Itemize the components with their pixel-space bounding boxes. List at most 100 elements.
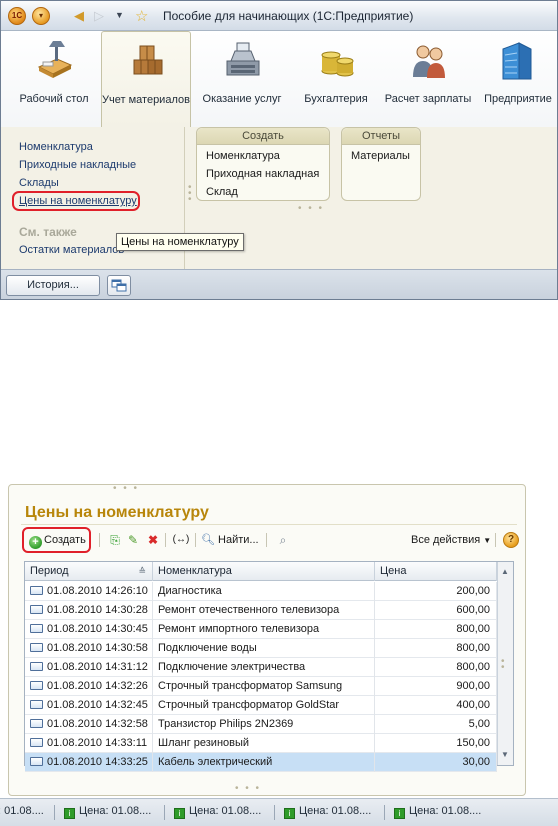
- history-dropdown-icon[interactable]: ▼: [115, 10, 124, 20]
- desk-icon: [37, 41, 73, 78]
- splitter-grip: • • •: [188, 182, 192, 205]
- resize-grip: • • •: [235, 783, 262, 794]
- taskbar-separator: [164, 805, 165, 820]
- column-period[interactable]: Период ≙: [25, 562, 153, 581]
- period-cell: 01.08.2010 14:32:26: [25, 677, 153, 696]
- favorites-star-icon[interactable]: ☆: [135, 7, 148, 25]
- period-cell: 01.08.2010 14:30:28: [25, 601, 153, 620]
- period-value: 01.08.2010 14:32:45: [47, 699, 148, 711]
- record-icon: [30, 586, 43, 595]
- record-icon: [30, 738, 43, 747]
- title-bar: 1С ▾ ◀ ▷ ▼ ☆ Пособие для начинающих (1С:…: [1, 1, 557, 31]
- prices-list-window: • • • Цены на номенклатуру + Создать ⎘ ✎ …: [8, 483, 526, 796]
- table-row[interactable]: 01.08.2010 14:33:25 Кабель электрический 3…: [25, 753, 497, 772]
- report-materials-link[interactable]: Материалы: [351, 150, 410, 162]
- toolbar-separator: [99, 533, 100, 547]
- windows-list-button[interactable]: [107, 275, 131, 296]
- column-nomenclature[interactable]: Номенклатура: [153, 562, 375, 581]
- period-cell: 01.08.2010 14:33:11: [25, 734, 153, 753]
- resize-grip: • •: [501, 656, 505, 673]
- column-price[interactable]: Цена: [375, 562, 497, 581]
- main-menu-icon[interactable]: ▾: [32, 7, 50, 25]
- taskbar-item-label: : 01.08....: [0, 805, 44, 817]
- cancel-search-icon[interactable]: ⌕: [275, 532, 291, 548]
- record-icon: [30, 757, 43, 766]
- record-icon: [30, 605, 43, 614]
- period-value: 01.08.2010 14:31:12: [47, 661, 148, 673]
- taskbar-item[interactable]: i Цена: 01.08....: [394, 805, 481, 819]
- copy-icon[interactable]: ⎘: [107, 532, 123, 548]
- section-enterprise[interactable]: Предприятие: [477, 31, 558, 127]
- toolbar-separator: [266, 533, 267, 547]
- table-row[interactable]: 01.08.2010 14:30:45 Ремонт импортного тел…: [25, 620, 497, 639]
- nomenclature-cell: Строчный трансформатор GoldStar: [153, 696, 375, 715]
- register-record-icon: i: [174, 808, 185, 819]
- taskbar-separator: [274, 805, 275, 820]
- period-cell: 01.08.2010 14:26:10: [25, 582, 153, 601]
- nomenclature-cell: Подключение воды: [153, 639, 375, 658]
- create-warehouse-link[interactable]: Склад: [206, 186, 238, 198]
- taskbar-item[interactable]: i Цена: 01.08....: [284, 805, 371, 819]
- resize-grip: • • •: [298, 203, 325, 214]
- section-materials[interactable]: Учет материалов: [101, 31, 191, 127]
- price-cell: 5,00: [375, 715, 497, 734]
- section-payroll[interactable]: Расчет зарплаты: [383, 31, 473, 127]
- register-record-icon: i: [394, 808, 405, 819]
- sort-icon: ≙: [138, 566, 146, 576]
- create-nomenclature-link[interactable]: Номенклатура: [206, 150, 280, 162]
- history-button[interactable]: История...: [6, 275, 100, 296]
- taskbar-item[interactable]: : 01.08....: [0, 805, 44, 817]
- period-value: 01.08.2010 14:32:26: [47, 680, 148, 692]
- nav-link-nomenclature[interactable]: Номенклатура: [19, 141, 93, 153]
- table-row[interactable]: 01.08.2010 14:33:11 Шланг резиновый 150,00: [25, 734, 497, 753]
- back-arrow-icon[interactable]: ◀: [74, 8, 84, 24]
- create-receipt-link[interactable]: Приходная накладная: [206, 168, 319, 180]
- highlight-frame: [12, 191, 140, 211]
- vertical-scrollbar[interactable]: ▲ ▼: [497, 562, 513, 765]
- price-cell: 400,00: [375, 696, 497, 715]
- scroll-down-icon[interactable]: ▼: [501, 750, 509, 759]
- section-accounting[interactable]: Бухгалтерия: [291, 31, 381, 127]
- section-desktop[interactable]: Рабочий стол: [9, 31, 99, 127]
- all-actions-menu[interactable]: Все действия ▼: [411, 529, 491, 552]
- table-row[interactable]: 01.08.2010 14:30:28 Ремонт отечественного…: [25, 601, 497, 620]
- section-services[interactable]: Оказание услуг: [197, 31, 287, 127]
- find-button[interactable]: 🔍︎ Найти...: [201, 529, 259, 551]
- nomenclature-cell: Строчный трансформатор Samsung: [153, 677, 375, 696]
- scroll-up-icon[interactable]: ▲: [501, 567, 509, 576]
- table-row[interactable]: 01.08.2010 14:30:58 Подключение воды 800,0…: [25, 639, 497, 658]
- price-cell: 200,00: [375, 582, 497, 601]
- delete-icon[interactable]: ✖: [145, 532, 161, 548]
- table-row[interactable]: 01.08.2010 14:32:58 Транзистор Philips 2N…: [25, 715, 497, 734]
- help-icon[interactable]: ?: [503, 532, 519, 548]
- 1c-logo-icon[interactable]: 1С: [8, 7, 26, 25]
- chevron-down-icon: ▼: [483, 536, 492, 545]
- table-row[interactable]: 01.08.2010 14:26:10 Диагностика 200,00: [25, 582, 497, 601]
- people-icon: [413, 45, 445, 78]
- boxes-icon: [133, 45, 163, 75]
- reports-group-title: Отчеты: [342, 128, 420, 145]
- section-label: Оказание услуг: [202, 93, 282, 105]
- taskbar-item[interactable]: i Цена: 01.08....: [174, 805, 261, 819]
- taskbar-separator: [54, 805, 55, 820]
- window-title: Пособие для начинающих (1С:Предприятие): [163, 9, 414, 23]
- period-cell: 01.08.2010 14:32:45: [25, 696, 153, 715]
- forward-arrow-icon[interactable]: ▷: [94, 8, 104, 24]
- price-cell: 800,00: [375, 620, 497, 639]
- period-cell: 01.08.2010 14:30:45: [25, 620, 153, 639]
- hierarchy-icon[interactable]: (↔): [171, 532, 191, 548]
- table-row[interactable]: 01.08.2010 14:31:12 Подключение электриче…: [25, 658, 497, 677]
- windows-icon: [111, 279, 127, 292]
- nav-link-receipts[interactable]: Приходные накладные: [19, 159, 136, 171]
- edit-pencil-icon[interactable]: ✎: [125, 532, 141, 548]
- taskbar-separator: [384, 805, 385, 820]
- main-window: 1С ▾ ◀ ▷ ▼ ☆ Пособие для начинающих (1С:…: [0, 0, 558, 300]
- nav-link-material-balances[interactable]: Остатки материалов: [19, 244, 124, 256]
- table-row[interactable]: 01.08.2010 14:32:26 Строчный трансформато…: [25, 677, 497, 696]
- nav-link-warehouses[interactable]: Склады: [19, 177, 59, 189]
- building-icon: [502, 42, 532, 80]
- table-row[interactable]: 01.08.2010 14:32:45 Строчный трансформато…: [25, 696, 497, 715]
- nomenclature-cell: Шланг резиновый: [153, 734, 375, 753]
- taskbar-item[interactable]: i Цена: 01.08....: [64, 805, 151, 819]
- period-cell: 01.08.2010 14:31:12: [25, 658, 153, 677]
